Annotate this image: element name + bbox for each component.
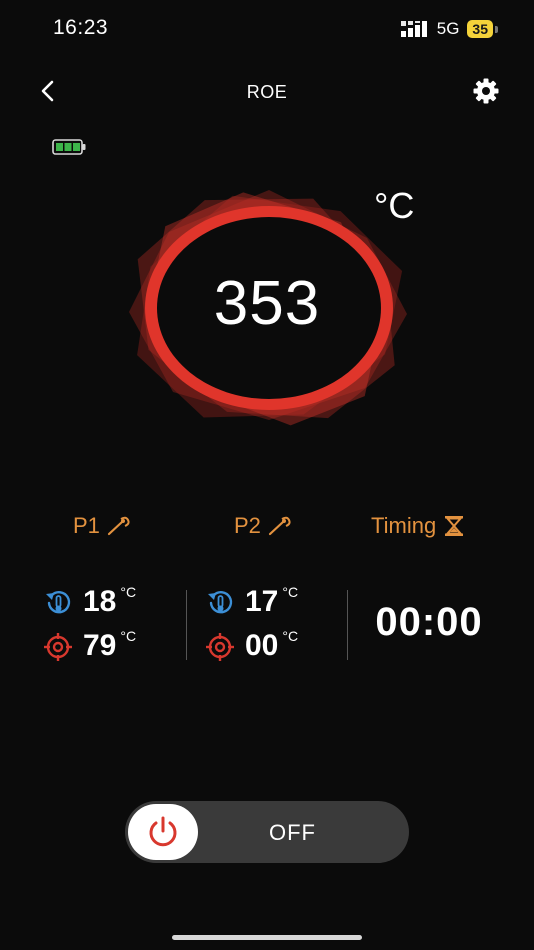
- network-type: 5G: [436, 19, 460, 38]
- device-battery-icon: [52, 139, 86, 155]
- probe-1-current-value: 18: [83, 585, 117, 618]
- hourglass-icon: [445, 516, 464, 536]
- power-toggle-label: OFF: [269, 820, 316, 845]
- timing-label: Timing: [371, 513, 437, 538]
- timer-value[interactable]: 00:00: [348, 600, 510, 645]
- status-icons: 5G 35: [400, 19, 498, 39]
- probe-1-current: 18 °C: [43, 584, 137, 618]
- thermometer-refresh-icon: [208, 590, 233, 614]
- app-screen: 16:23 5G 35 ROE 353 °C P1 P2 Timing 18 °…: [0, 0, 534, 950]
- probe-2-current: 17 °C: [205, 584, 299, 618]
- power-toggle[interactable]: OFF: [125, 801, 409, 863]
- probe-1-target[interactable]: 79 °C: [43, 628, 137, 662]
- probe-2-current-value: 17: [245, 585, 279, 618]
- gear-icon[interactable]: [472, 77, 500, 105]
- probe-icon: [107, 516, 130, 536]
- probe-2-label: P2: [234, 513, 261, 538]
- probe-2-target-unit: °C: [282, 628, 299, 644]
- probe-1-current-unit: °C: [120, 584, 137, 600]
- temperature-unit: °C: [374, 185, 415, 226]
- power-knob[interactable]: [128, 804, 198, 860]
- battery-nub: [495, 25, 498, 33]
- probe-2-target-value: 00: [245, 629, 279, 662]
- home-indicator[interactable]: [172, 935, 362, 940]
- signal-icon: [400, 21, 427, 37]
- battery-icon: 35: [467, 20, 493, 38]
- status-time: 16:23: [53, 16, 109, 39]
- column-divider: [186, 590, 187, 660]
- target-icon: [44, 633, 72, 661]
- temperature-value: 353: [213, 269, 321, 338]
- probe-1-target-unit: °C: [120, 628, 137, 644]
- probe-icon: [268, 516, 291, 536]
- target-icon: [206, 633, 234, 661]
- page-title: ROE: [246, 82, 288, 102]
- power-icon: [149, 816, 177, 847]
- probe-1-target-value: 79: [83, 629, 117, 662]
- thermometer-refresh-icon: [46, 590, 71, 614]
- probe-2-current-unit: °C: [282, 584, 299, 600]
- probe-1-label: P1: [73, 513, 100, 538]
- probe-1-header[interactable]: P1: [73, 513, 132, 539]
- probe-2-target[interactable]: 00 °C: [205, 628, 299, 662]
- timing-header[interactable]: Timing: [371, 513, 466, 539]
- probe-2-header[interactable]: P2: [234, 513, 293, 539]
